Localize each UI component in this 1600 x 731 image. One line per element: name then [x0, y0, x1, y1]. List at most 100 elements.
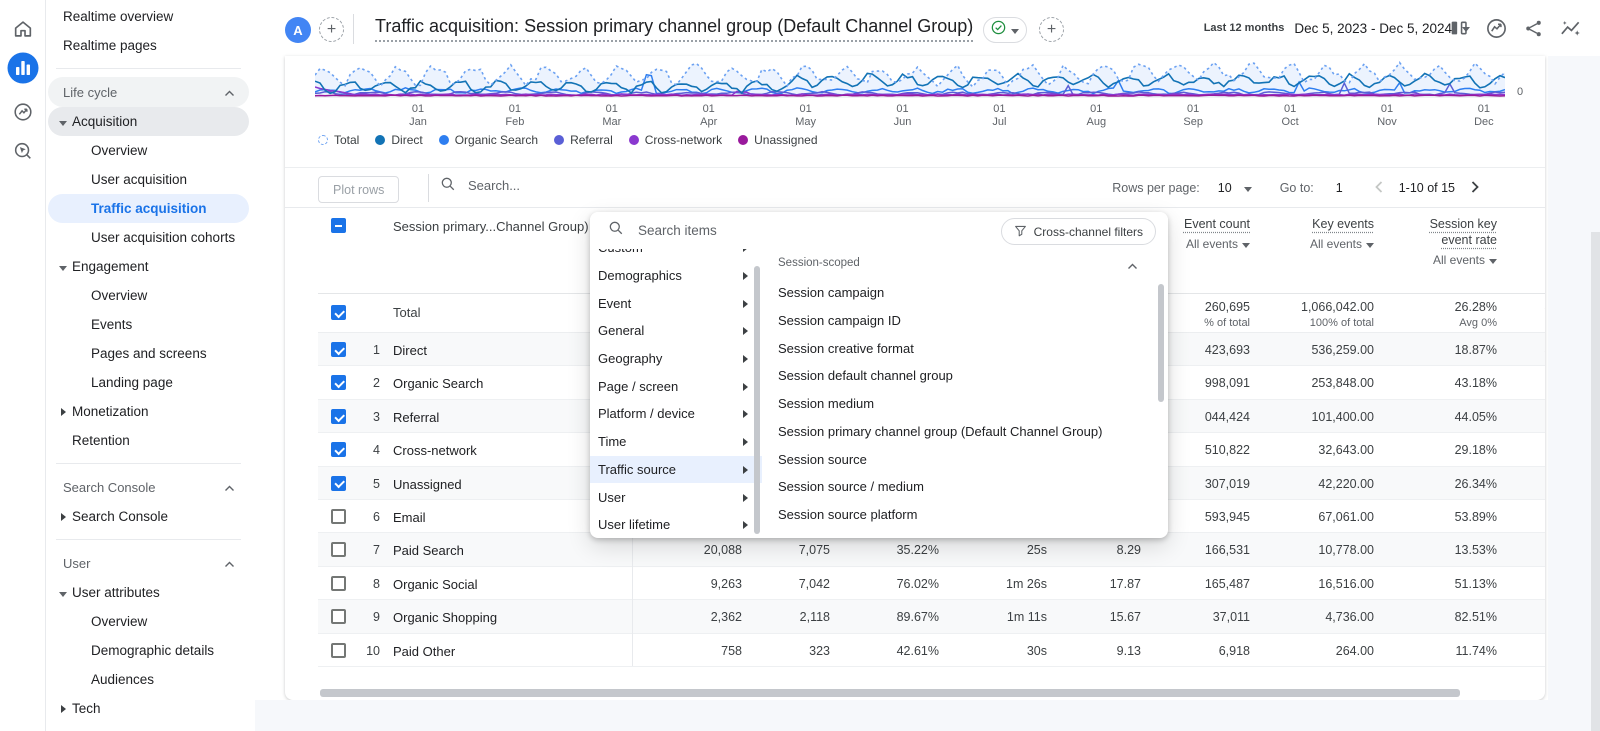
- legend-item-total[interactable]: Total: [318, 133, 359, 147]
- category-item-page-screen[interactable]: Page / screen: [590, 372, 762, 400]
- legend-item-referral[interactable]: Referral: [554, 133, 613, 147]
- page-title[interactable]: Traffic acquisition: Session primary cha…: [375, 16, 973, 42]
- row-checkbox[interactable]: [331, 375, 346, 390]
- row-checkbox[interactable]: [331, 643, 346, 658]
- sidebar-item-landing-page[interactable]: Landing page: [48, 368, 249, 397]
- category-item-geography[interactable]: Geography: [590, 345, 762, 373]
- rail-item-explore[interactable]: [5, 135, 41, 171]
- sidebar-item-demographic-details[interactable]: Demographic details: [48, 636, 249, 665]
- category-item-user[interactable]: User: [590, 483, 762, 511]
- legend-item-cross-network[interactable]: Cross-network: [629, 133, 722, 147]
- metric-header-event_count[interactable]: Event countAll events: [1184, 216, 1250, 251]
- table-row-organic-social[interactable]: 8Organic Social9,2637,04276.02%1m 26s17.…: [318, 567, 1545, 600]
- sidebar-item-user-attributes[interactable]: User attributes: [48, 578, 249, 607]
- timeseries-chart[interactable]: [315, 56, 1505, 100]
- menu-scrollbar[interactable]: [754, 266, 760, 534]
- page-vertical-scrollbar[interactable]: [1591, 232, 1600, 731]
- dimension-option-session-creative-format[interactable]: Session creative format: [778, 334, 914, 362]
- row-checkbox[interactable]: [331, 476, 346, 491]
- sidebar-item-audiences[interactable]: Audiences: [48, 665, 249, 694]
- category-item-custom[interactable]: Custom: [590, 249, 762, 262]
- sidebar-item-user-acquisition-cohorts[interactable]: User acquisition cohorts: [48, 223, 249, 252]
- sidebar-item-life-cycle[interactable]: Life cycle: [48, 77, 249, 107]
- metric-events-selector[interactable]: All events: [1184, 237, 1250, 251]
- plot-rows-button[interactable]: Plot rows: [318, 176, 399, 203]
- share-icon[interactable]: [1521, 16, 1545, 40]
- page-next-icon[interactable]: [1471, 181, 1479, 196]
- trending-icon[interactable]: [1558, 16, 1582, 40]
- dimension-option-session-source-platform[interactable]: Session source platform: [778, 501, 917, 529]
- panel-scrollbar[interactable]: [1158, 284, 1164, 402]
- chevron-up-icon[interactable]: [1127, 257, 1138, 275]
- category-item-event[interactable]: Event: [590, 289, 762, 317]
- row-checkbox[interactable]: [331, 442, 346, 457]
- rail-item-advertising[interactable]: [5, 96, 41, 132]
- dimension-header[interactable]: Session primary...Channel Group): [393, 219, 605, 234]
- category-item-user-lifetime[interactable]: User lifetime: [590, 511, 762, 537]
- metric-header-rate[interactable]: Session keyevent rateAll events: [1430, 216, 1497, 267]
- table-row-organic-shopping[interactable]: 9Organic Shopping2,3622,11889.67%1m 11s1…: [318, 600, 1545, 633]
- select-all-checkbox[interactable]: [331, 218, 346, 233]
- category-item-traffic-source[interactable]: Traffic source: [590, 456, 762, 484]
- report-status-badge[interactable]: [983, 17, 1027, 43]
- page-prev-icon[interactable]: [1375, 181, 1383, 196]
- rail-item-home[interactable]: [5, 13, 41, 49]
- category-item-platform-device[interactable]: Platform / device: [590, 400, 762, 428]
- row-checkbox[interactable]: [331, 576, 346, 591]
- goto-value[interactable]: 1: [1336, 181, 1343, 195]
- metric-events-selector[interactable]: All events: [1310, 237, 1374, 251]
- sidebar-item-events[interactable]: Events: [48, 310, 249, 339]
- legend-item-organic-search[interactable]: Organic Search: [439, 133, 538, 147]
- dimension-option-session-campaign[interactable]: Session campaign: [778, 279, 884, 307]
- add-comparison-button[interactable]: +: [319, 17, 344, 42]
- legend-item-direct[interactable]: Direct: [375, 133, 422, 147]
- cross-channel-filters-chip[interactable]: Cross-channel filters: [1001, 218, 1156, 245]
- sidebar-item-traffic-acquisition[interactable]: Traffic acquisition: [48, 194, 249, 223]
- insights-icon[interactable]: [1484, 16, 1508, 40]
- sidebar-item-overview[interactable]: Overview: [48, 607, 249, 636]
- row-checkbox[interactable]: [331, 305, 346, 320]
- date-range-picker[interactable]: Last 12 months Dec 5, 2023 - Dec 5, 2024: [1204, 0, 1470, 56]
- sidebar-item-monetization[interactable]: Monetization: [48, 397, 249, 426]
- sidebar-item-retention[interactable]: Retention: [48, 426, 249, 455]
- dimension-option-session-medium[interactable]: Session medium: [778, 390, 874, 418]
- sidebar-item-overview[interactable]: Overview: [48, 136, 249, 165]
- metric-header-key_events[interactable]: Key eventsAll events: [1310, 216, 1374, 251]
- add-metric-button[interactable]: +: [1039, 17, 1064, 42]
- sidebar-item-overview[interactable]: Overview: [48, 281, 249, 310]
- legend-item-unassigned[interactable]: Unassigned: [738, 133, 817, 147]
- row-checkbox[interactable]: [331, 409, 346, 424]
- sidebar-item-engagement[interactable]: Engagement: [48, 252, 249, 281]
- row-checkbox[interactable]: [331, 609, 346, 624]
- sidebar-item-search-console[interactable]: Search Console: [48, 472, 249, 502]
- comparison-icon[interactable]: [1447, 16, 1471, 40]
- rows-per-page-value[interactable]: 10: [1218, 181, 1232, 195]
- category-item-demographics[interactable]: Demographics: [590, 262, 762, 290]
- sidebar-item-acquisition[interactable]: Acquisition: [48, 107, 249, 136]
- row-checkbox[interactable]: [331, 509, 346, 524]
- dimension-option-session-source-medium[interactable]: Session source / medium: [778, 473, 924, 501]
- sidebar-item-user-acquisition[interactable]: User acquisition: [48, 165, 249, 194]
- dimension-option-session-campaign-id[interactable]: Session campaign ID: [778, 307, 901, 335]
- sidebar-item-realtime-pages[interactable]: Realtime pages: [48, 31, 249, 60]
- rail-item-reports[interactable]: [5, 52, 41, 88]
- table-search[interactable]: Search...: [440, 176, 520, 195]
- table-row-paid-other[interactable]: 10Paid Other75832342.61%30s9.136,918264.…: [318, 634, 1545, 667]
- dimension-option-session-primary-channel-group-default-channel-group-[interactable]: Session primary channel group (Default C…: [778, 418, 1102, 446]
- category-item-general[interactable]: General: [590, 317, 762, 345]
- sidebar-item-tech[interactable]: Tech: [48, 694, 249, 723]
- horizontal-scrollbar[interactable]: [320, 689, 1460, 697]
- category-item-time[interactable]: Time: [590, 428, 762, 456]
- dimension-option-session-default-channel-group[interactable]: Session default channel group: [778, 362, 953, 390]
- sidebar-item-search-console[interactable]: Search Console: [48, 502, 249, 531]
- sidebar-item-user[interactable]: User: [48, 548, 249, 578]
- dimension-option-session-source[interactable]: Session source: [778, 445, 867, 473]
- chevron-down-icon[interactable]: [1244, 181, 1252, 195]
- table-row-paid-search[interactable]: 7Paid Search20,0887,07535.22%25s8.29166,…: [318, 533, 1545, 566]
- metric-events-selector[interactable]: All events: [1430, 253, 1497, 267]
- avatar[interactable]: A: [285, 17, 311, 43]
- sidebar-item-pages-and-screens[interactable]: Pages and screens: [48, 339, 249, 368]
- sidebar-item-realtime-overview[interactable]: Realtime overview: [48, 2, 249, 31]
- row-checkbox[interactable]: [331, 342, 346, 357]
- row-checkbox[interactable]: [331, 542, 346, 557]
